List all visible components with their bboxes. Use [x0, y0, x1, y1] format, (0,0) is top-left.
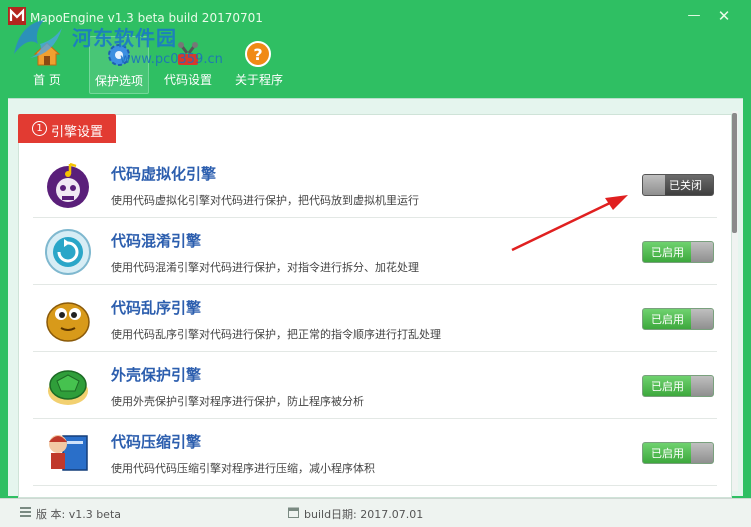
title-bar[interactable]: MapoEngine v1.3 beta build 20170701 — ✕ [0, 0, 751, 34]
toggle-knob [643, 175, 665, 195]
build-date-text: build日期: 2017.07.01 [304, 508, 424, 521]
engine-title: 代码混淆引擎 [111, 232, 202, 250]
engine-toggle-obfuscation[interactable]: 已启用 [642, 241, 714, 263]
minimize-button[interactable]: — [684, 8, 704, 24]
toggle-knob [691, 309, 713, 329]
engine-row-shell: 外壳保护引擎 使用外壳保护引擎对程序进行保护，防止程序被分析 已启用 [33, 352, 717, 419]
toolbar-about-label: 关于程序 [234, 73, 283, 87]
toggle-knob [691, 443, 713, 463]
help-icon: ? [245, 41, 271, 67]
toggle-status: 已启用 [651, 246, 684, 259]
engine-toggle-compression[interactable]: 已启用 [642, 442, 714, 464]
engine-description: 使用代码代码压缩引擎对程序进行压缩，减小程序体积 [111, 462, 375, 475]
scrollbar-thumb[interactable] [732, 113, 737, 233]
engine-row-virtualization: 代码虚拟化引擎 使用代码虚拟化引擎对代码进行保护，把代码放到虚拟机里运行 已关闭 [33, 151, 717, 218]
toggle-knob [691, 242, 713, 262]
engine-row-obfuscation: 代码混淆引擎 使用代码混淆引擎对代码进行保护，对指令进行拆分、加花处理 已启用 [33, 218, 717, 285]
section-tab-engine-settings[interactable]: 1 引擎设置 [18, 114, 116, 143]
toolbar-about-button[interactable]: ? 关于程序 [229, 36, 289, 92]
toggle-status: 已启用 [651, 447, 684, 460]
calendar-icon [288, 507, 299, 518]
engine-toggle-virtualization[interactable]: 已关闭 [642, 174, 714, 196]
toggle-status: 已启用 [651, 380, 684, 393]
engine-title: 代码压缩引擎 [111, 433, 202, 451]
refresh-disc-icon [45, 229, 91, 275]
engine-toggle-shuffle[interactable]: 已启用 [642, 308, 714, 330]
toolbar-code-label: 代码设置 [163, 73, 212, 87]
status-bar: 版 本: v1.3 beta build日期: 2017.07.01 [0, 498, 751, 527]
toolbar-home-button[interactable]: 首 页 [18, 36, 76, 92]
engine-row-shuffle: 代码乱序引擎 使用代码乱序引擎对代码进行保护，把正常的指令顺序进行打乱处理 已启… [33, 285, 717, 352]
engine-description: 使用外壳保护引擎对程序进行保护，防止程序被分析 [111, 395, 364, 408]
svg-text:?: ? [253, 45, 262, 64]
engine-title: 外壳保护引擎 [111, 366, 202, 384]
engine-description: 使用代码混淆引擎对代码进行保护，对指令进行拆分、加花处理 [111, 261, 419, 274]
list-icon [20, 507, 31, 517]
engine-description: 使用代码虚拟化引擎对代码进行保护，把代码放到虚拟机里运行 [111, 194, 419, 207]
section-label: 引擎设置 [51, 125, 104, 140]
app-window: MapoEngine v1.3 beta build 20170701 — ✕ … [0, 0, 751, 527]
toggle-knob [691, 376, 713, 396]
version-text: 版 本: v1.3 beta [36, 508, 122, 521]
toggle-status: 已关闭 [669, 179, 702, 192]
content-area: 1 引擎设置 代码虚拟化引擎 使用代码虚拟化引擎对代码进行保护，把代码放到虚拟机… [8, 98, 743, 498]
gear-icon [108, 44, 130, 66]
turtle-shell-icon [48, 370, 88, 405]
engine-settings-panel: 1 引擎设置 代码虚拟化引擎 使用代码虚拟化引擎对代码进行保护，把代码放到虚拟机… [18, 114, 732, 498]
engine-title: 代码乱序引擎 [111, 299, 202, 317]
engine-row-compression: 代码压缩引擎 使用代码代码压缩引擎对程序进行压缩，减小程序体积 已启用 [33, 419, 717, 486]
skull-music-icon [47, 162, 89, 208]
engine-description: 使用代码乱序引擎对代码进行保护，把正常的指令顺序进行打乱处理 [111, 328, 441, 341]
tools-icon [178, 42, 198, 65]
compress-book-icon [49, 435, 88, 471]
section-number: 1 [32, 121, 47, 136]
engine-title: 代码虚拟化引擎 [111, 165, 217, 183]
close-button[interactable]: ✕ [714, 8, 734, 24]
blob-face-icon [46, 302, 90, 342]
toolbar-home-label: 首 页 [33, 73, 61, 87]
toolbar-protect-label: 保护选项 [94, 74, 143, 88]
home-icon [33, 42, 61, 66]
toolbar-protect-button[interactable]: 保护选项 [89, 36, 149, 94]
toolbar-code-button[interactable]: 代码设置 [159, 36, 217, 92]
window-title: MapoEngine v1.3 beta build 20170701 [30, 11, 263, 25]
toggle-status: 已启用 [651, 313, 684, 326]
app-logo-icon [8, 7, 26, 25]
engine-toggle-shell[interactable]: 已启用 [642, 375, 714, 397]
